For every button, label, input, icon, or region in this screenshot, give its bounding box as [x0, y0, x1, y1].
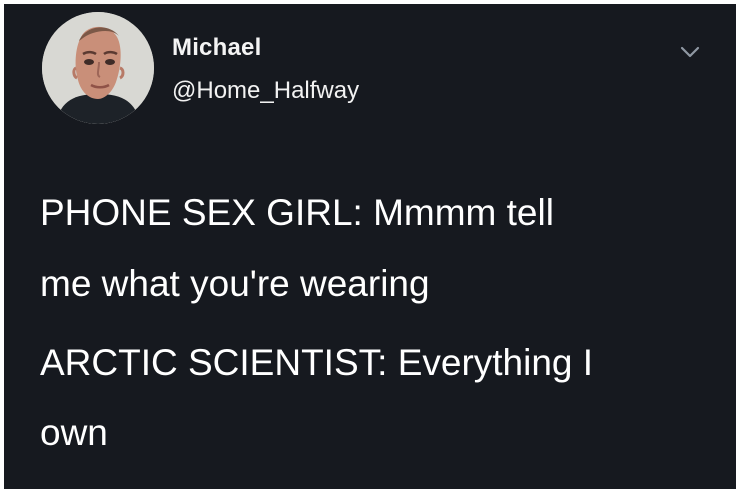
- avatar-image: [42, 12, 154, 124]
- tweet-card: Michael @Home_Halfway PHONE SEX GIRL: Mm…: [4, 4, 736, 489]
- display-name[interactable]: Michael: [172, 34, 261, 62]
- chevron-down-icon[interactable]: [680, 44, 700, 60]
- tweet-text-line-2: me what you're wearing: [40, 263, 430, 304]
- tweet-text-line-3: ARCTIC SCIENTIST: Everything I: [40, 342, 594, 383]
- avatar[interactable]: [42, 12, 154, 124]
- tweet-text-line-4: own: [40, 412, 108, 453]
- user-handle[interactable]: @Home_Halfway: [172, 77, 359, 105]
- tweet-text-line-1: PHONE SEX GIRL: Mmmm tell: [40, 192, 554, 233]
